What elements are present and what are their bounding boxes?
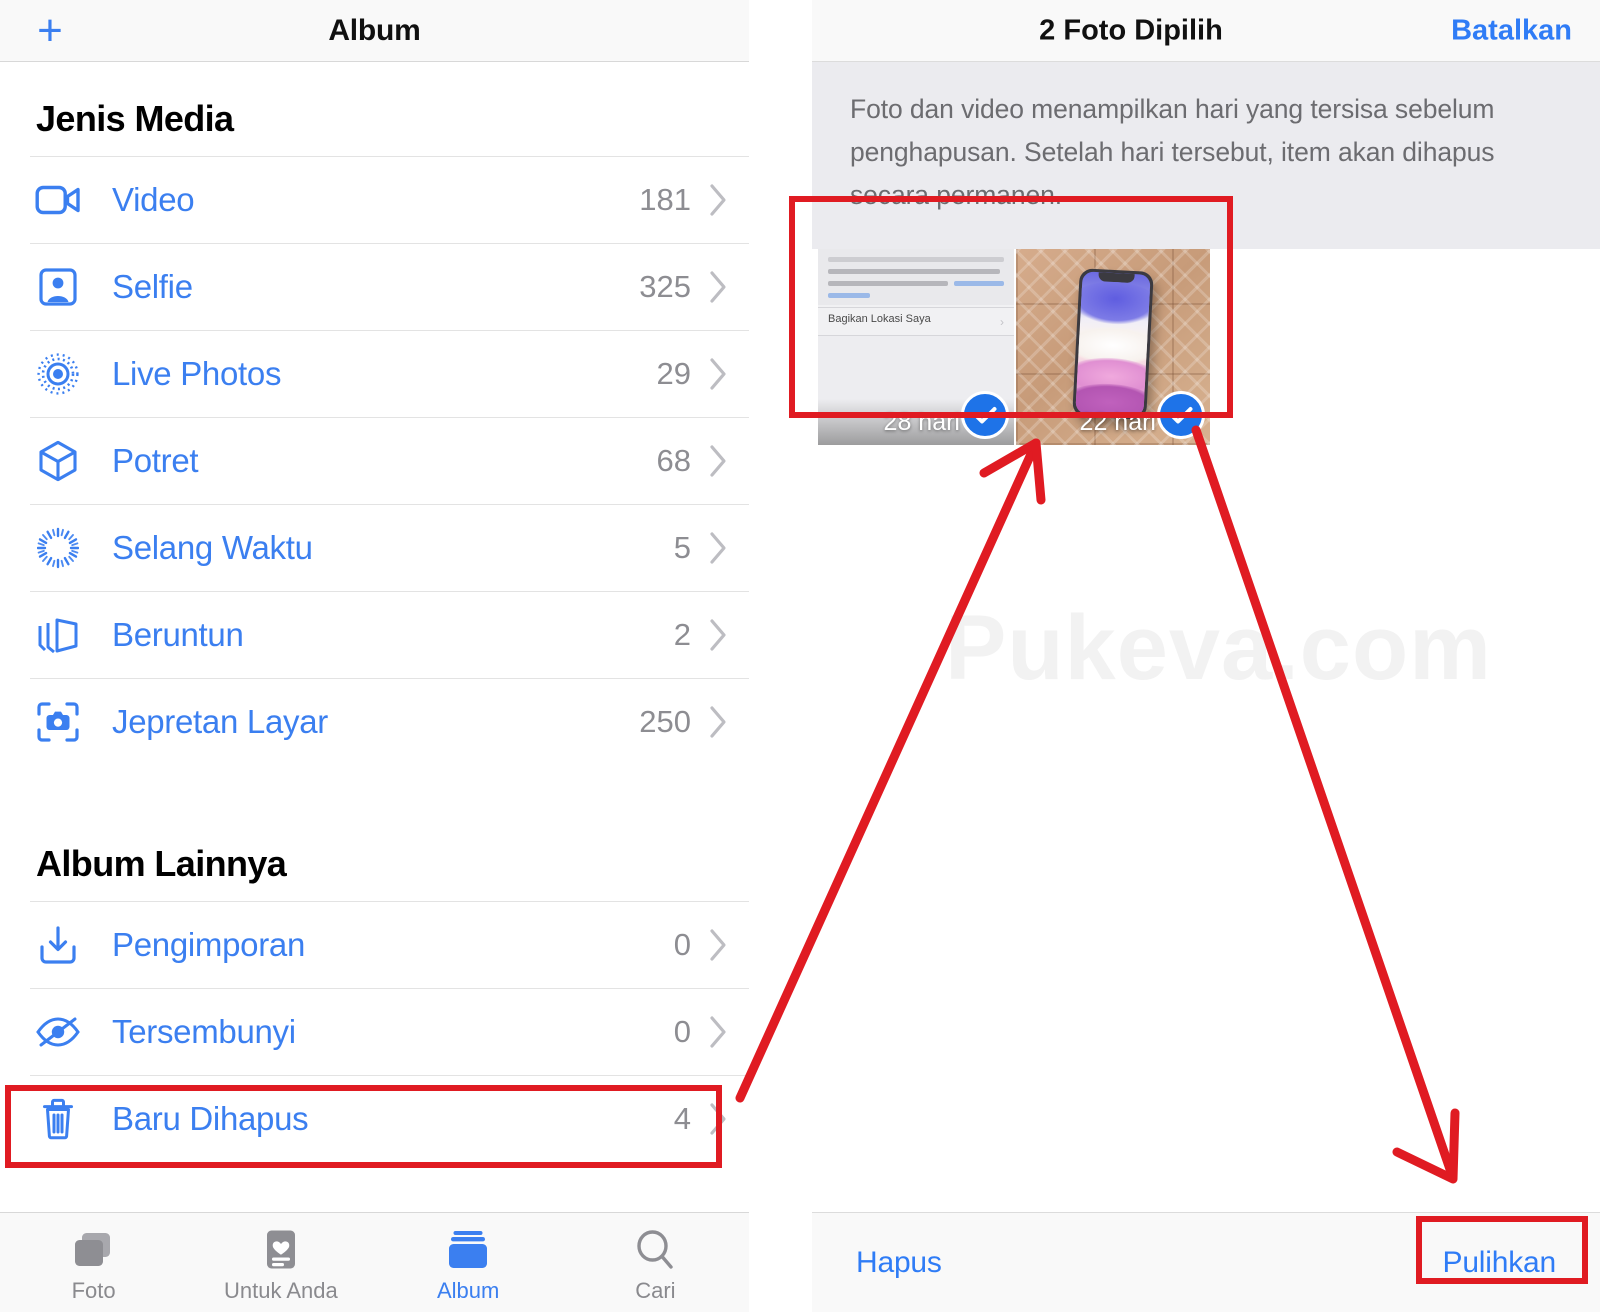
- search-icon: [634, 1227, 676, 1271]
- timelapse-icon: [30, 523, 86, 573]
- list-item-video[interactable]: Video 181: [0, 156, 749, 243]
- selection-toolbar: Hapus Pulihkan: [812, 1212, 1600, 1312]
- live-photos-icon: [30, 349, 86, 399]
- section-jenis-media: Jenis Media Video 181 Selfie 325 Live Ph…: [0, 62, 749, 765]
- delete-button[interactable]: Hapus: [856, 1246, 942, 1280]
- tab-label: Album: [436, 1278, 500, 1303]
- list-item-beruntun[interactable]: Beruntun 2: [0, 591, 749, 678]
- screenshot-root: + Album Jenis Media Video 181 Selfie 325…: [0, 0, 1600, 1312]
- list-item-count: 2: [673, 616, 691, 652]
- list-item-potret[interactable]: Potret 68: [0, 417, 749, 504]
- tab-album[interactable]: Album: [375, 1227, 562, 1304]
- tab-untuk-anda[interactable]: Untuk Anda: [187, 1227, 374, 1304]
- list-item-label: Selang Waktu: [112, 528, 313, 566]
- list-item-count: 0: [673, 1013, 691, 1049]
- list-item-label: Jepretan Layar: [112, 702, 328, 740]
- selection-nav-bar: 2 Foto Dipilih Batalkan: [812, 0, 1600, 62]
- bottom-tab-bar: Foto Untuk Anda Album Cari: [0, 1212, 749, 1312]
- albums-nav-bar: + Album: [0, 0, 749, 62]
- screenshot-icon: [30, 697, 86, 747]
- tab-label: Foto: [71, 1278, 116, 1303]
- list-item-selfie[interactable]: Selfie 325: [0, 243, 749, 330]
- list-item-count: 250: [639, 703, 691, 739]
- list-item-count: 325: [639, 268, 691, 304]
- list-item-count: 5: [673, 529, 691, 565]
- foryou-icon: [263, 1227, 299, 1271]
- list-item-label: Baru Dihapus: [112, 1099, 309, 1137]
- list-item-count: 181: [639, 181, 691, 217]
- list-item-jepretan-layar[interactable]: Jepretan Layar 250: [0, 678, 749, 765]
- albums-icon: [445, 1227, 491, 1271]
- tab-label: Untuk Anda: [224, 1278, 338, 1303]
- cancel-button[interactable]: Batalkan: [1451, 14, 1572, 47]
- import-icon: [30, 920, 86, 970]
- section-heading: Album Lainnya: [36, 843, 287, 884]
- thumbnail-screenshot-row-label: Bagikan Lokasi Saya: [828, 312, 931, 325]
- page-title: Album: [328, 13, 421, 47]
- selection-check-icon[interactable]: [1157, 390, 1205, 439]
- list-item-label: Pengimporan: [112, 925, 305, 963]
- thumbnail-item[interactable]: Bagikan Lokasi Saya › 28 hari: [818, 248, 1014, 445]
- chevron-right-icon: [709, 1015, 729, 1049]
- list-item-count: 29: [656, 355, 691, 391]
- burst-icon: [30, 610, 86, 660]
- tab-cari[interactable]: Cari: [562, 1227, 749, 1304]
- list-item-label: Video: [112, 180, 195, 218]
- photo-grid: Bagikan Lokasi Saya › 28 hari 22 hari: [818, 248, 1210, 445]
- list-item-selang-waktu[interactable]: Selang Waktu 5: [0, 504, 749, 591]
- iphone-in-photo: [1072, 267, 1154, 420]
- chevron-right-icon: [709, 531, 729, 565]
- chevron-right-icon: [709, 270, 729, 304]
- list-item-live-photos[interactable]: Live Photos 29: [0, 330, 749, 417]
- thumbnail-item[interactable]: 22 hari: [1014, 248, 1210, 445]
- chevron-right-icon: [709, 618, 729, 652]
- watermark: Pukeva.com: [945, 597, 1492, 699]
- tab-foto[interactable]: Foto: [0, 1227, 187, 1304]
- chevron-right-icon: [709, 928, 729, 962]
- tab-label: Cari: [635, 1278, 676, 1303]
- list-item-label: Selfie: [112, 267, 193, 305]
- video-icon: [30, 175, 86, 225]
- selection-check-icon[interactable]: [961, 390, 1009, 439]
- list-item-count: 4: [673, 1100, 691, 1136]
- list-item-count: 0: [673, 926, 691, 962]
- thumbnail-days-label: 22 hari: [1079, 407, 1156, 436]
- list-item-baru-dihapus[interactable]: Baru Dihapus 4: [0, 1075, 749, 1162]
- other-albums-list: Pengimporan 0 Tersembunyi 0 Baru Dihapus…: [0, 901, 749, 1162]
- section-album-lainnya: Album Lainnya Pengimporan 0 Tersembunyi …: [0, 807, 749, 1162]
- chevron-right-icon: [709, 357, 729, 391]
- list-item-label: Live Photos: [112, 354, 282, 392]
- selfie-icon: [30, 262, 86, 312]
- chevron-right-icon: [709, 1102, 729, 1136]
- portrait-cube-icon: [30, 436, 86, 486]
- trash-icon: [30, 1094, 86, 1144]
- info-banner: Foto dan video menampilkan hari yang ter…: [812, 62, 1600, 249]
- list-item-label: Potret: [112, 441, 199, 479]
- thumbnail-days-label: 28 hari: [883, 407, 960, 436]
- chevron-right-icon: [709, 183, 729, 217]
- list-item-count: 68: [656, 442, 691, 478]
- albums-screen: + Album Jenis Media Video 181 Selfie 325…: [0, 0, 749, 1312]
- photos-icon: [72, 1227, 116, 1271]
- list-item-pengimporan[interactable]: Pengimporan 0: [0, 901, 749, 988]
- chevron-right-icon: [709, 705, 729, 739]
- list-item-label: Beruntun: [112, 615, 244, 653]
- restore-button[interactable]: Pulihkan: [1443, 1246, 1557, 1280]
- hidden-eye-icon: [30, 1007, 86, 1057]
- info-banner-text: Foto dan video menampilkan hari yang ter…: [850, 94, 1495, 210]
- chevron-right-icon: [709, 444, 729, 478]
- section-heading: Jenis Media: [36, 98, 234, 139]
- list-item-tersembunyi[interactable]: Tersembunyi 0: [0, 988, 749, 1075]
- list-item-label: Tersembunyi: [112, 1012, 296, 1050]
- media-type-list: Video 181 Selfie 325 Live Photos 29 Potr…: [0, 156, 749, 765]
